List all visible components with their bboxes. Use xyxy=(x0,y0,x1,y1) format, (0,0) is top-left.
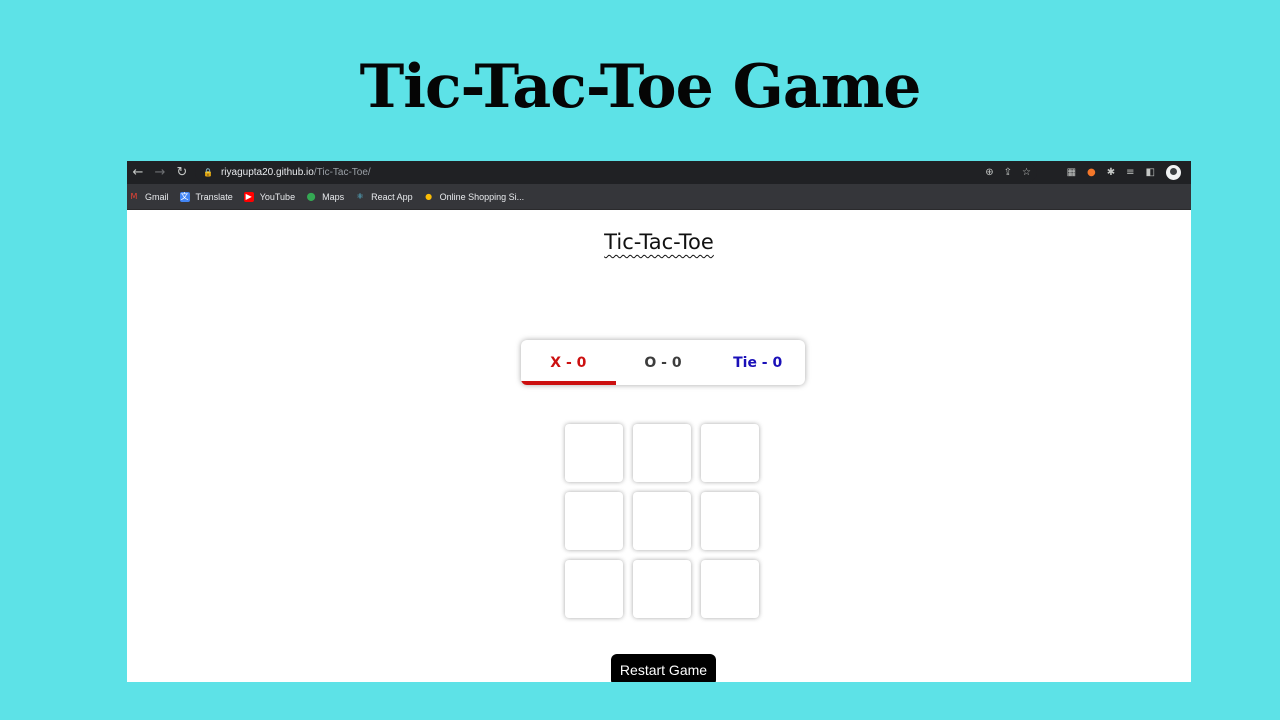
bookmark-label: React App xyxy=(371,191,413,202)
score-x: X - 0 xyxy=(521,340,616,385)
youtube-icon: ▶ xyxy=(243,191,254,202)
board-cell-1[interactable] xyxy=(565,424,623,482)
board-cell-2[interactable] xyxy=(633,424,691,482)
game-page: Tic-Tac-Toe X - 0 O - 0 Tie - 0 Restart … xyxy=(127,210,1191,682)
puzzle-extensions-icon[interactable]: ✱ xyxy=(1107,167,1115,178)
score-o: O - 0 xyxy=(644,354,682,371)
gmail-icon: M xyxy=(130,191,138,201)
bookmark-label: YouTube xyxy=(259,191,296,202)
bookmark-label: Online Shopping Si... xyxy=(439,191,525,202)
maps-icon: ⬤ xyxy=(306,191,316,201)
bookmark-gmail[interactable]: M Gmail xyxy=(129,192,169,202)
board-cell-4[interactable] xyxy=(565,492,623,550)
bookmarks-bar: M Gmail 文 Translate ▶ YouTube ⬤ Maps ⚛ R… xyxy=(127,184,1191,210)
bookmark-label: Gmail xyxy=(145,191,169,202)
extension-icon[interactable]: ▦ xyxy=(1067,167,1076,178)
forward-arrow-icon[interactable]: → xyxy=(149,161,171,184)
url-path: /Tic-Tac-Toe/ xyxy=(313,167,371,178)
profile-avatar-icon[interactable] xyxy=(1166,165,1181,180)
bookmark-translate[interactable]: 文 Translate xyxy=(179,191,233,202)
board-cell-8[interactable] xyxy=(633,560,691,618)
bookmark-label: Maps xyxy=(322,191,345,202)
bookmark-star-icon[interactable]: ☆ xyxy=(1022,167,1031,178)
promo-headline: Tic-Tac-Toe Game xyxy=(359,52,922,122)
game-board xyxy=(565,424,759,618)
board-cell-7[interactable] xyxy=(565,560,623,618)
side-panel-icon[interactable]: ◧ xyxy=(1146,167,1155,178)
extension-orange-icon[interactable]: ● xyxy=(1087,167,1096,178)
back-arrow-icon[interactable]: ← xyxy=(127,161,149,184)
shopping-icon: ● xyxy=(425,191,433,201)
board-cell-5[interactable] xyxy=(633,492,691,550)
lock-icon[interactable]: 🔒 xyxy=(203,168,213,177)
url-host: riyagupta20.github.io xyxy=(220,167,314,178)
board-cell-6[interactable] xyxy=(701,492,759,550)
bookmark-maps[interactable]: ⬤ Maps xyxy=(306,191,345,202)
score-tie: Tie - 0 xyxy=(733,354,783,371)
address-bar[interactable]: 🔒 riyagupta20.github.io/Tic-Tac-Toe/ ⊕ ⇪… xyxy=(195,163,1037,182)
game-title: Tic-Tac-Toe xyxy=(604,230,714,254)
share-icon[interactable]: ⇪ xyxy=(1004,167,1012,178)
scoreboard: X - 0 O - 0 Tie - 0 xyxy=(521,340,805,385)
board-cell-9[interactable] xyxy=(701,560,759,618)
browser-toolbar: ← → ↻ 🔒 riyagupta20.github.io/Tic-Tac-To… xyxy=(127,161,1191,184)
install-app-icon[interactable]: ⊕ xyxy=(985,167,993,178)
bookmark-react-app[interactable]: ⚛ React App xyxy=(355,192,413,202)
reload-icon[interactable]: ↻ xyxy=(171,161,193,184)
reading-list-icon[interactable]: ≡ xyxy=(1126,167,1134,178)
bookmark-label: Translate xyxy=(195,191,233,202)
browser-window: ← → ↻ 🔒 riyagupta20.github.io/Tic-Tac-To… xyxy=(127,161,1191,682)
translate-icon: 文 xyxy=(179,191,190,202)
board-cell-3[interactable] xyxy=(701,424,759,482)
restart-game-button[interactable]: Restart Game xyxy=(611,654,716,682)
react-icon: ⚛ xyxy=(356,191,364,201)
bookmark-youtube[interactable]: ▶ YouTube xyxy=(243,191,296,202)
bookmark-online-shopping[interactable]: ● Online Shopping Si... xyxy=(424,191,525,202)
